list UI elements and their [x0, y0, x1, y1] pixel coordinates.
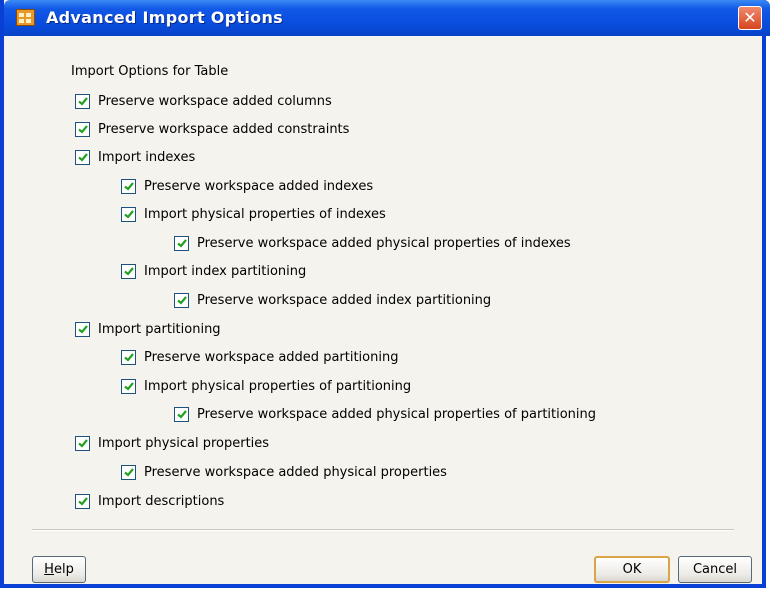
- help-label: elp: [53, 562, 74, 577]
- option-import-index-partitioning[interactable]: Import index partitioning: [121, 261, 306, 281]
- checkmark-icon: [123, 382, 134, 391]
- option-label: Import partitioning: [98, 321, 221, 337]
- checkmark-icon: [176, 410, 187, 419]
- option-import-indexes[interactable]: Import indexes: [75, 147, 195, 167]
- checkmark-icon: [176, 296, 187, 305]
- checkmark-icon: [123, 468, 134, 477]
- checkbox[interactable]: [121, 206, 136, 222]
- option-preserve-added-physical-properties-indexes[interactable]: Preserve workspace added physical proper…: [174, 233, 571, 253]
- checkbox[interactable]: [75, 493, 90, 509]
- separator: [32, 529, 734, 531]
- checkbox[interactable]: [75, 93, 90, 109]
- checkbox[interactable]: [174, 235, 189, 251]
- checkmark-icon: [123, 267, 134, 276]
- checkmark-icon: [123, 353, 134, 362]
- option-preserve-added-physical-properties[interactable]: Preserve workspace added physical proper…: [121, 462, 447, 482]
- option-label: Preserve workspace added physical proper…: [197, 235, 571, 251]
- option-import-physical-properties[interactable]: Import physical properties: [75, 433, 269, 453]
- option-preserve-added-indexes[interactable]: Preserve workspace added indexes: [121, 176, 373, 196]
- checkmark-icon: [176, 239, 187, 248]
- cancel-label: Cancel: [692, 562, 738, 577]
- checkbox[interactable]: [75, 435, 90, 451]
- option-label: Import indexes: [98, 149, 196, 165]
- checkmark-icon: [77, 497, 88, 506]
- option-preserve-added-constraints[interactable]: Preserve workspace added constraints: [75, 119, 349, 139]
- option-preserve-added-partitioning[interactable]: Preserve workspace added partitioning: [121, 347, 398, 367]
- title-bar[interactable]: Advanced Import Options ✕: [4, 0, 770, 36]
- ok-button[interactable]: OK: [594, 556, 670, 583]
- option-label: Preserve workspace added partitioning: [144, 349, 399, 365]
- checkbox[interactable]: [121, 263, 136, 279]
- option-label: Import index partitioning: [144, 263, 307, 279]
- checkmark-icon: [77, 153, 88, 162]
- option-preserve-added-columns[interactable]: Preserve workspace added columns: [75, 91, 332, 111]
- option-label: Import physical properties of indexes: [144, 206, 386, 222]
- option-import-partitioning[interactable]: Import partitioning: [75, 319, 221, 339]
- close-button[interactable]: ✕: [738, 6, 762, 30]
- checkmark-icon: [123, 210, 134, 219]
- option-label: Import physical properties: [98, 435, 270, 451]
- cancel-button[interactable]: Cancel: [678, 556, 752, 583]
- option-import-physical-properties-indexes[interactable]: Import physical properties of indexes: [121, 204, 386, 224]
- checkbox[interactable]: [121, 178, 136, 194]
- ok-label: OK: [622, 562, 642, 577]
- help-button[interactable]: Help: [32, 556, 86, 583]
- checkbox[interactable]: [121, 464, 136, 480]
- option-label: Preserve workspace added physical proper…: [144, 464, 447, 480]
- checkmark-icon: [77, 125, 88, 134]
- option-label: Preserve workspace added columns: [98, 93, 332, 109]
- checkmark-icon: [123, 182, 134, 191]
- option-label: Import descriptions: [98, 493, 225, 509]
- checkbox[interactable]: [174, 406, 189, 422]
- checkbox[interactable]: [121, 349, 136, 365]
- option-label: Import physical properties of partitioni…: [144, 378, 412, 394]
- checkbox[interactable]: [121, 378, 136, 394]
- option-label: Preserve workspace added physical proper…: [197, 406, 597, 422]
- app-icon: [16, 9, 35, 26]
- help-mnemonic: H: [44, 562, 54, 577]
- option-label: Preserve workspace added index partition…: [197, 292, 492, 308]
- section-label: Import Options for Table: [71, 64, 229, 79]
- checkbox[interactable]: [75, 321, 90, 337]
- option-preserve-added-index-partitioning[interactable]: Preserve workspace added index partition…: [174, 290, 491, 310]
- option-label: Preserve workspace added indexes: [144, 178, 374, 194]
- checkbox[interactable]: [75, 121, 90, 137]
- option-label: Preserve workspace added constraints: [98, 121, 350, 137]
- dialog-title: Advanced Import Options: [46, 8, 283, 27]
- dialog-window: Advanced Import Options ✕ Import Options…: [0, 0, 770, 588]
- option-preserve-added-physical-properties-partitioning[interactable]: Preserve workspace added physical proper…: [174, 404, 596, 424]
- checkmark-icon: [77, 325, 88, 334]
- checkbox[interactable]: [174, 292, 189, 308]
- checkbox[interactable]: [75, 149, 90, 165]
- dialog-content: Import Options for Table Preserve worksp…: [4, 36, 762, 584]
- option-import-descriptions[interactable]: Import descriptions: [75, 491, 224, 511]
- checkmark-icon: [77, 97, 88, 106]
- option-import-physical-properties-partitioning[interactable]: Import physical properties of partitioni…: [121, 376, 411, 396]
- checkmark-icon: [77, 439, 88, 448]
